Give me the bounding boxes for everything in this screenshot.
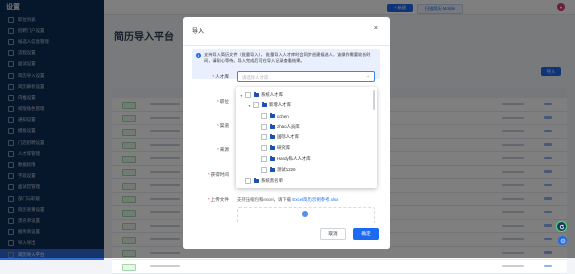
info-text: 支持导入简历文件（批量导入）， 批量导入人才库时会同步创建候选人，该操作需要较长… [204, 52, 371, 64]
table-row [112, 260, 567, 274]
upload-icon [302, 211, 308, 217]
channel-label: *渠道 [217, 123, 229, 128]
talent-pool-placeholder: 请选择人才库 [242, 75, 269, 80]
checkbox[interactable] [261, 124, 267, 130]
tree-node[interactable]: 研究库 [255, 143, 290, 153]
checkbox[interactable] [245, 92, 251, 98]
talent-pool-label: *人才库 [212, 74, 229, 79]
close-icon[interactable]: × [374, 25, 378, 32]
folder-icon [269, 167, 275, 172]
dialog-title: 导入 [192, 29, 205, 35]
caret-down-icon[interactable]: ▾ [239, 93, 244, 98]
tree-node[interactable]: ▾ 新增人才库 [247, 100, 291, 110]
checkbox[interactable] [261, 113, 267, 119]
tree-node[interactable]: Hardy私人人才库 [255, 154, 311, 164]
checkbox[interactable] [261, 134, 267, 140]
folder-icon [261, 102, 267, 107]
tree-node[interactable]: zhao人员库 [255, 122, 300, 132]
divider [183, 45, 390, 46]
folder-icon [253, 92, 259, 97]
talent-pool-tree-dropdown: ▾ 系统人才库 ▾ 新增人才库 cchen zhao人员库 国际人才库 研究库 Ha… [236, 87, 377, 188]
folder-icon [269, 134, 275, 139]
folder-icon [269, 156, 275, 161]
chevron-up-icon: ⌃ [366, 74, 370, 80]
checkbox[interactable] [253, 102, 259, 108]
tree-node[interactable]: ▾ 系统人才库 [239, 90, 283, 100]
tree-node[interactable]: cchen [255, 111, 289, 121]
time-label: *获得时间 [207, 172, 229, 177]
refresh-icon[interactable] [556, 221, 567, 232]
folder-icon [269, 113, 275, 118]
folder-icon [269, 145, 275, 150]
folder-icon [269, 124, 275, 129]
folder-icon [253, 178, 259, 183]
chat-icon[interactable] [558, 236, 567, 245]
tree-node[interactable]: 国际人才库 [255, 132, 299, 142]
upload-label: *上传文件 [207, 197, 229, 202]
checkbox[interactable] [261, 156, 267, 162]
caret-down-icon[interactable]: ▾ [247, 103, 252, 108]
checkbox[interactable] [261, 145, 267, 151]
template-download-link[interactable]: Excel简历示例参考.xlsx [292, 197, 338, 202]
checkbox[interactable] [261, 167, 267, 173]
scrollbar[interactable] [372, 90, 375, 110]
tree-node[interactable]: 测试1226 [255, 165, 296, 175]
info-icon: i [196, 53, 201, 58]
checkbox[interactable] [245, 178, 251, 184]
dialog-footer: 取消 确定 [183, 223, 390, 249]
talent-pool-select[interactable]: 请选择人才库 ⌃ [237, 71, 375, 82]
cancel-button[interactable]: 取消 [320, 228, 346, 240]
confirm-button[interactable]: 确定 [353, 228, 379, 240]
tree-node[interactable]: 系统黑名单 [239, 176, 283, 186]
position-label: *职位 [217, 99, 229, 104]
source-label: *来源 [217, 147, 229, 152]
upload-hint: 支持压缩包和excel，请下载 Excel简历示例参考.xlsx [237, 197, 339, 202]
